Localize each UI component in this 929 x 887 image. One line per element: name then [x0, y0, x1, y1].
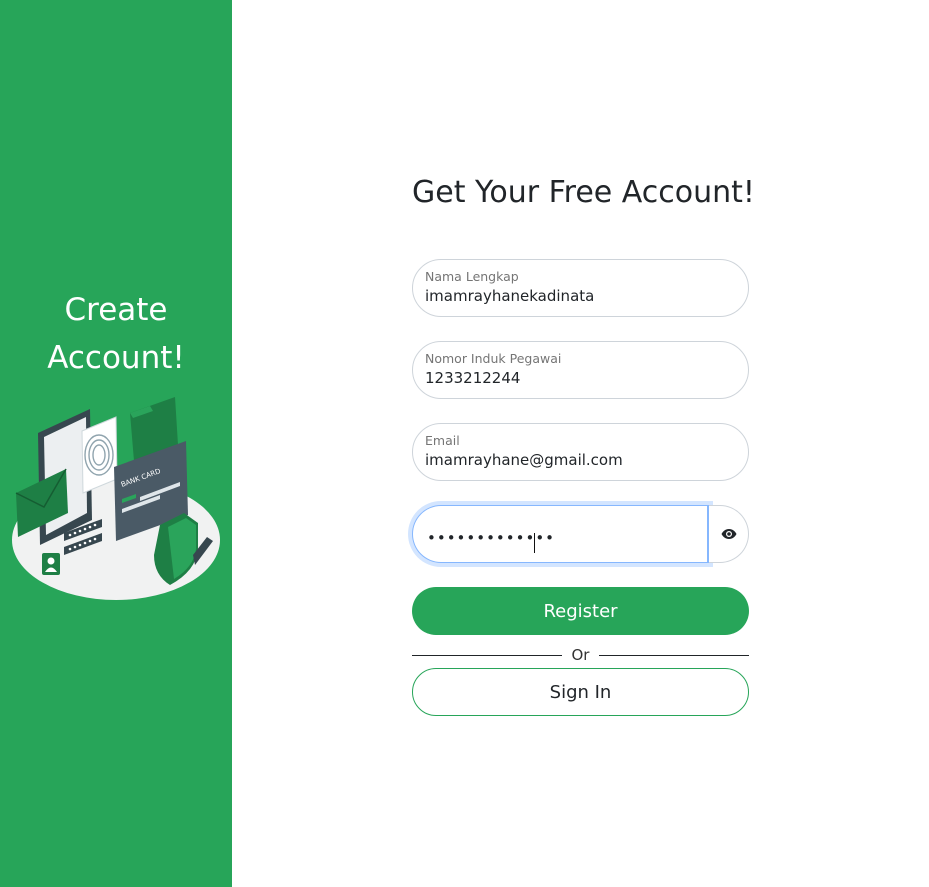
- password-visibility-toggle[interactable]: [709, 505, 749, 563]
- password-masked-value: •••••••••••••: [427, 529, 556, 547]
- employee-id-input[interactable]: [425, 369, 735, 387]
- eye-icon: [721, 529, 736, 539]
- sidebar: Create Account! BANK CARD: [0, 0, 232, 887]
- full-name-label: Nama Lengkap: [425, 269, 519, 284]
- email-label: Email: [425, 433, 460, 448]
- email-field[interactable]: Email: [412, 423, 749, 481]
- divider-line-right: [599, 655, 749, 656]
- password-group: •••••••••••••: [412, 505, 749, 563]
- email-input[interactable]: [425, 451, 735, 469]
- or-divider: Or: [412, 645, 749, 665]
- main-panel: Get Your Free Account! Nama Lengkap Nomo…: [232, 0, 929, 887]
- full-name-input[interactable]: [425, 287, 735, 305]
- employee-id-field[interactable]: Nomor Induk Pegawai: [412, 341, 749, 399]
- signin-button[interactable]: Sign In: [412, 668, 749, 716]
- sidebar-title-line2: Account!: [47, 340, 185, 376]
- register-button[interactable]: Register: [412, 587, 749, 635]
- page-title: Get Your Free Account!: [412, 175, 755, 210]
- sidebar-title: Create Account!: [0, 286, 232, 382]
- security-illustration: BANK CARD: [12, 397, 220, 600]
- employee-id-label: Nomor Induk Pegawai: [425, 351, 562, 366]
- password-input[interactable]: •••••••••••••: [412, 505, 709, 563]
- full-name-field[interactable]: Nama Lengkap: [412, 259, 749, 317]
- text-cursor: [534, 533, 535, 553]
- sidebar-title-line1: Create: [64, 292, 168, 328]
